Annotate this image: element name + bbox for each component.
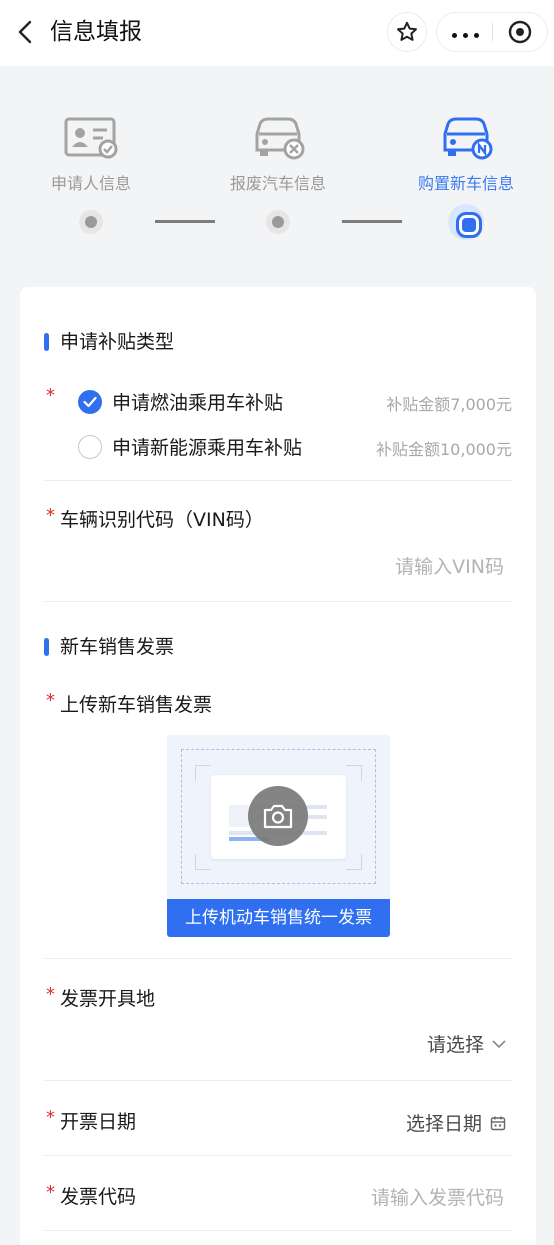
- divider: [44, 480, 512, 481]
- car-new-icon: [438, 116, 494, 160]
- issue-place-value: 请选择: [426, 1034, 484, 1056]
- id-card-icon: [63, 116, 119, 160]
- radio-label: 申请新能源乘用车补贴: [112, 437, 303, 459]
- calendar-icon: [490, 1116, 506, 1130]
- back-button[interactable]: [8, 14, 44, 50]
- menu-capsule: [436, 12, 548, 52]
- step-label: 报废汽车信息: [229, 174, 326, 193]
- required-mark: *: [46, 505, 55, 526]
- invoice-code-input[interactable]: 请输入发票代码: [371, 1183, 504, 1210]
- issue-date-label: 开票日期: [60, 1111, 137, 1133]
- step-label: 购置新车信息: [417, 174, 514, 193]
- required-mark: *: [46, 1107, 55, 1128]
- check-icon: [83, 396, 97, 408]
- required-mark: *: [46, 984, 55, 1005]
- divider: [44, 601, 512, 602]
- more-button[interactable]: [437, 13, 493, 51]
- divider: [44, 958, 512, 959]
- issue-place-label: 发票开具地: [60, 988, 156, 1010]
- step-connector: [155, 220, 215, 223]
- section-title-subsidy-type: 申请补贴类型: [44, 328, 174, 356]
- star-icon: [397, 21, 417, 41]
- vin-label: 车辆识别代码（VIN码）: [60, 509, 264, 531]
- radio-unchecked[interactable]: [78, 435, 102, 459]
- issue-place-select[interactable]: 请选择: [427, 1030, 506, 1057]
- progress-steps: 申请人信息 报废汽车信息 购置新车信息: [0, 66, 554, 266]
- camera-button[interactable]: [248, 786, 308, 846]
- issue-date-value: 选择日期: [405, 1113, 482, 1135]
- page-title: 信息填报: [50, 19, 142, 45]
- radio-checked[interactable]: [78, 390, 102, 414]
- car-scrap-icon: [250, 116, 306, 160]
- camera-icon: [263, 804, 293, 829]
- chevron-down-icon: [492, 1039, 506, 1048]
- divider: [44, 1230, 512, 1231]
- close-miniapp-button[interactable]: [493, 13, 547, 51]
- issue-date-picker[interactable]: 选择日期: [406, 1109, 506, 1136]
- back-icon: [18, 20, 32, 44]
- divider: [44, 1080, 512, 1081]
- step-new-car: 购置新车信息: [386, 116, 546, 194]
- close-circle-icon: [508, 20, 532, 44]
- radio-option-fuel[interactable]: 申请燃油乘用车补贴 补贴金额7,000元: [78, 386, 512, 418]
- divider: [44, 1155, 512, 1156]
- upload-invoice-button[interactable]: 上传机动车销售统一发票: [167, 899, 390, 937]
- radio-label: 申请燃油乘用车补贴: [112, 392, 284, 414]
- upload-invoice-label: 上传新车销售发票: [60, 694, 213, 716]
- required-mark: *: [46, 385, 55, 406]
- subsidy-amount: 补贴金额7,000元: [386, 395, 512, 414]
- step-scrap-car: 报废汽车信息: [198, 116, 358, 194]
- step-connector: [342, 220, 402, 223]
- required-mark: *: [46, 1182, 55, 1203]
- vin-input[interactable]: 请输入VIN码: [395, 552, 504, 579]
- subsidy-amount: 补贴金额10,000元: [376, 440, 512, 459]
- top-bar: 信息填报: [0, 0, 554, 66]
- step-label: 申请人信息: [50, 174, 131, 193]
- required-mark: *: [46, 690, 55, 711]
- radio-option-ev[interactable]: 申请新能源乘用车补贴 补贴金额10,000元: [78, 431, 512, 463]
- step-node-2: [266, 210, 290, 234]
- section-title-invoice: 新车销售发票: [44, 633, 174, 661]
- favorite-button[interactable]: [387, 12, 427, 52]
- step-node-3-active: [448, 204, 484, 240]
- step-applicant: 申请人信息: [11, 116, 171, 194]
- form-card: 申请补贴类型 * 申请燃油乘用车补贴 补贴金额7,000元 申请新能源乘用车补贴…: [20, 287, 536, 1245]
- invoice-upload-area[interactable]: 上传机动车销售统一发票: [167, 735, 390, 937]
- more-icon: [449, 23, 482, 42]
- step-node-1: [79, 210, 103, 234]
- invoice-code-label: 发票代码: [60, 1186, 137, 1208]
